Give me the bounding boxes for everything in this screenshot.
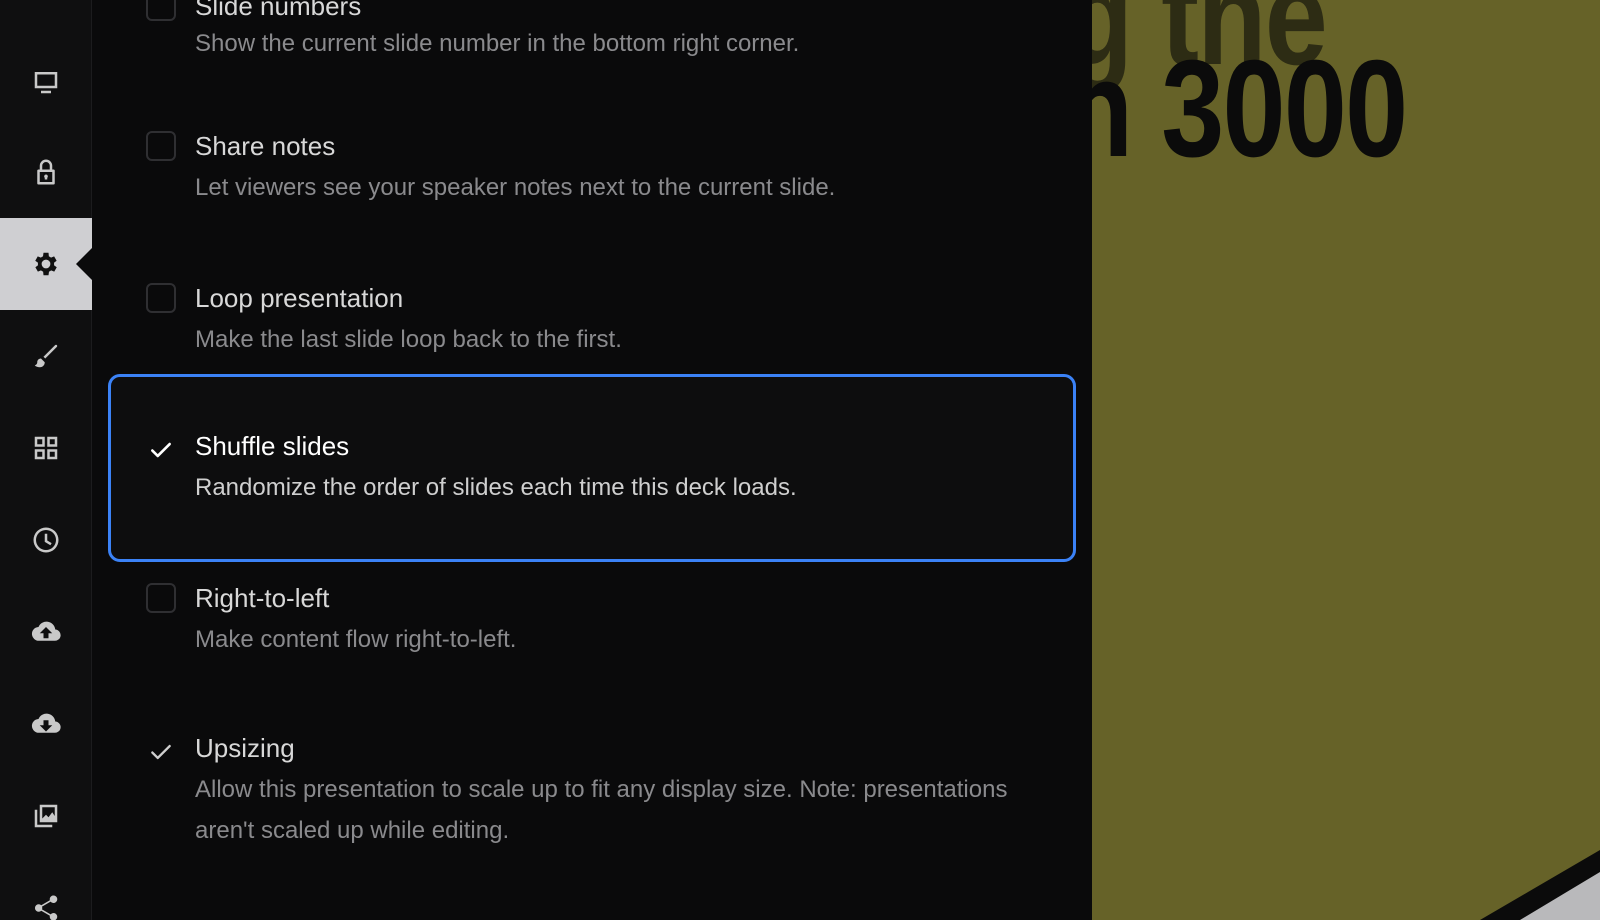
settings-icon[interactable] [0, 218, 92, 310]
option-description: Make content flow right-to-left. [195, 626, 517, 653]
option-title: Loop presentation [195, 283, 404, 313]
check-icon[interactable] [148, 437, 174, 463]
app-window: Slide numbers Show the current slide num… [0, 0, 1600, 920]
option-description: Randomize the order of slides each time … [195, 474, 797, 501]
option-share-notes[interactable]: Share notes Let viewers see your speaker… [108, 102, 1076, 242]
cloud-upload-icon[interactable] [0, 586, 92, 678]
option-description: Let viewers see your speaker notes next … [195, 174, 836, 201]
image-library-icon[interactable] [0, 770, 92, 862]
option-title: Share notes [195, 131, 336, 161]
option-title: Shuffle slides [195, 431, 350, 461]
cloud-download-icon[interactable] [0, 678, 92, 770]
option-upsizing[interactable]: Upsizing Allow this presentation to scal… [108, 712, 1076, 862]
slide-numbers-checkbox[interactable] [146, 0, 176, 21]
check-icon[interactable] [148, 739, 174, 765]
option-loop-presentation[interactable]: Loop presentation Make the last slide lo… [108, 254, 1076, 374]
option-slide-numbers[interactable]: Slide numbers Show the current slide num… [108, 0, 1076, 94]
share-icon[interactable] [0, 862, 92, 920]
present-icon[interactable] [0, 36, 92, 128]
slide-preview[interactable]: g the n 3000 [1092, 0, 1600, 920]
option-shuffle-slides[interactable]: Shuffle slides Randomize the order of sl… [108, 374, 1076, 562]
sidebar-rail [0, 0, 92, 920]
option-description: Show the current slide number in the bot… [195, 30, 800, 57]
loop-presentation-checkbox[interactable] [146, 283, 176, 313]
right-to-left-checkbox[interactable] [146, 583, 176, 613]
option-right-to-left[interactable]: Right-to-left Make content flow right-to… [108, 562, 1076, 692]
history-icon[interactable] [0, 494, 92, 586]
share-notes-checkbox[interactable] [146, 131, 176, 161]
settings-panel: Slide numbers Show the current slide num… [92, 0, 1091, 920]
brush-icon[interactable] [0, 310, 92, 402]
option-title: Upsizing [195, 733, 295, 763]
grid-icon[interactable] [0, 402, 92, 494]
slide-corner-shape [1480, 850, 1600, 920]
option-description: Allow this presentation to scale up to f… [195, 776, 1008, 844]
option-title: Right-to-left [195, 583, 330, 613]
slide-heading-line-2: n 3000 [1092, 32, 1408, 186]
option-title: Slide numbers [195, 0, 362, 21]
option-description: Make the last slide loop back to the fir… [195, 326, 622, 353]
lock-icon[interactable] [0, 126, 92, 218]
